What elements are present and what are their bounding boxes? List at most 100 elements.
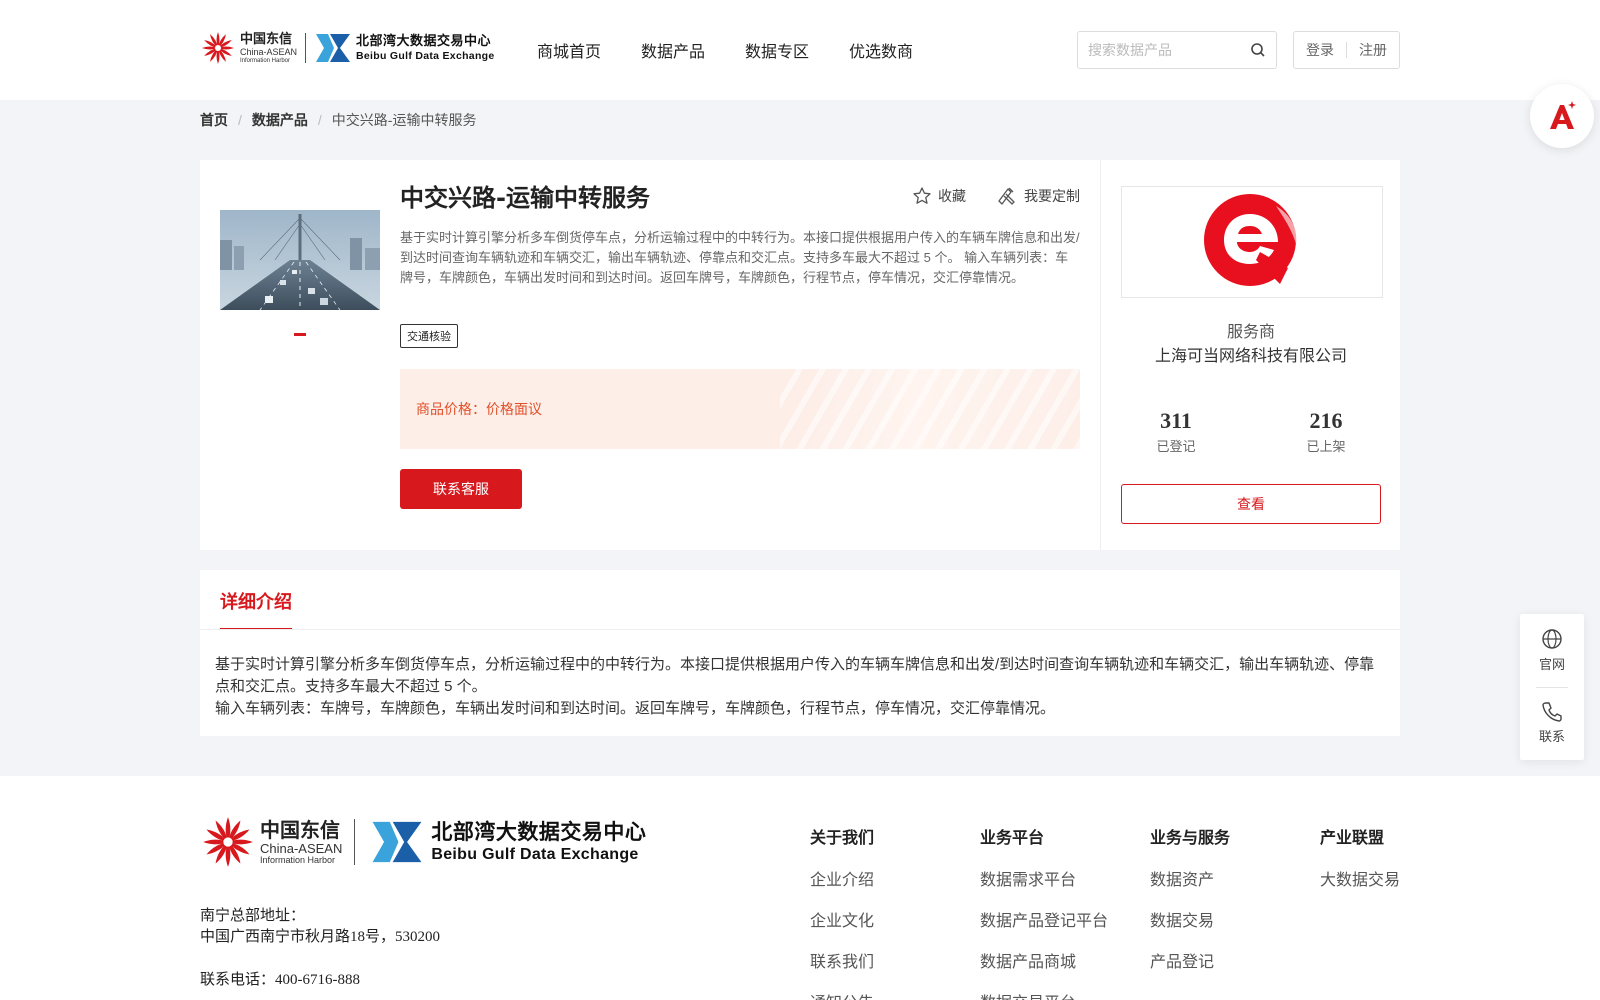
registered-stat: 311 已登记 bbox=[1136, 408, 1216, 455]
footer-column-title: 产业联盟 bbox=[1320, 828, 1385, 847]
globe-icon bbox=[1542, 629, 1562, 649]
price-value: 价格面议 bbox=[486, 401, 542, 417]
listed-stat: 216 已上架 bbox=[1286, 408, 1366, 455]
vendor-role: 服务商 bbox=[1226, 322, 1275, 341]
side-toolbar: 官网 联系 bbox=[1520, 614, 1584, 760]
address-label: 南宁总部地址： bbox=[200, 908, 306, 924]
detail-paragraph: 基于实时计算引擎分析多车倒货停车点，分析运输过程中的中转行为。本接口提供根据用户… bbox=[215, 656, 1375, 695]
footer-logo: 中国东信 China-ASEAN Information Harbor 北部湾大… bbox=[200, 814, 646, 870]
ai-assistant-icon bbox=[1550, 101, 1576, 129]
main-nav: 商城首页 数据产品 数据专区 优选数商 bbox=[537, 38, 953, 62]
breadcrumb-current: 中交兴路-运输中转服务 bbox=[331, 112, 477, 128]
search-input[interactable] bbox=[1078, 32, 1238, 68]
china-asean-wordmark: 中国东信 China-ASEAN Information Harbor bbox=[260, 817, 343, 865]
login-link[interactable]: 登录 bbox=[1306, 40, 1334, 60]
favorite-button[interactable]: 收藏 bbox=[912, 186, 966, 206]
breadcrumb-home[interactable]: 首页 bbox=[200, 110, 228, 130]
footer: 中国东信 China-ASEAN Information Harbor 北部湾大… bbox=[0, 776, 1600, 1000]
auth-box: 登录 注册 bbox=[1293, 31, 1400, 69]
site-logo[interactable]: 中国东信 China-ASEAN Information Harbor 北部湾大… bbox=[200, 30, 495, 66]
registered-label: 已登记 bbox=[1156, 440, 1196, 455]
beibu-gulf-wordmark: 北部湾大数据交易中心 Beibu Gulf Data Exchange bbox=[356, 33, 495, 62]
breadcrumb-separator: / bbox=[238, 112, 242, 128]
product-description: 基于实时计算引擎分析多车倒货停车点，分析运输过程中的中转行为。本接口提供根据用户… bbox=[400, 230, 1080, 285]
china-asean-wordmark: 中国东信 China-ASEAN Information Harbor bbox=[240, 31, 298, 64]
footer-column-title: 业务平台 bbox=[980, 828, 1045, 847]
price-box: 商品价格：价格面议 bbox=[400, 369, 1080, 449]
view-vendor-button[interactable]: 查看 bbox=[1121, 484, 1381, 524]
product-card: 中交兴路-运输中转服务 收藏 我要定制 基于实时计算引擎分析多车倒货停车点，分析… bbox=[200, 160, 1100, 550]
search-box bbox=[1077, 31, 1277, 69]
nav-data-products[interactable]: 数据产品 bbox=[641, 38, 705, 62]
listed-label: 已上架 bbox=[1306, 440, 1346, 455]
breadcrumb: 首页 / 数据产品 / 中交兴路-运输中转服务 bbox=[200, 110, 476, 130]
side-website-label: 官网 bbox=[1538, 658, 1565, 673]
ai-assistant-button[interactable] bbox=[1530, 84, 1594, 148]
detail-section: 详细介绍 基于实时计算引擎分析多车倒货停车点，分析运输过程中的中转行为。本接口提… bbox=[200, 570, 1400, 736]
footer-address: 南宁总部地址： 中国广西南宁市秋月路18号，530200 bbox=[200, 906, 440, 948]
footer-column-platform: 业务平台 数据需求平台 数据产品登记平台 数据产品商城 数据交易平台 bbox=[980, 824, 1108, 1000]
auth-divider bbox=[1346, 42, 1347, 58]
footer-link[interactable]: 大数据交易 bbox=[1320, 866, 1400, 890]
logo-divider bbox=[354, 819, 356, 865]
footer-link[interactable]: 数据产品登记平台 bbox=[980, 907, 1108, 931]
footer-link[interactable]: 企业介绍 bbox=[810, 866, 874, 890]
footer-column-title: 业务与服务 bbox=[1150, 828, 1231, 847]
side-contact-button[interactable]: 联系 bbox=[1520, 700, 1584, 745]
footer-link[interactable]: 产品登记 bbox=[1150, 948, 1230, 972]
product-title: 中交兴路-运输中转服务 bbox=[400, 184, 650, 212]
footer-link[interactable]: 数据需求平台 bbox=[980, 866, 1108, 890]
beibu-gulf-logo-icon bbox=[372, 821, 422, 863]
nav-vendors[interactable]: 优选数商 bbox=[849, 38, 913, 62]
vendor-logo-icon bbox=[1204, 194, 1297, 286]
favorite-label: 收藏 bbox=[938, 188, 966, 204]
footer-column-title: 关于我们 bbox=[810, 828, 875, 847]
customize-icon bbox=[998, 187, 1015, 205]
contact-service-button[interactable]: 联系客服 bbox=[400, 469, 522, 509]
breadcrumb-data-products[interactable]: 数据产品 bbox=[252, 110, 308, 130]
category-tag: 交通核验 bbox=[400, 324, 458, 348]
footer-link[interactable]: 企业文化 bbox=[810, 907, 874, 931]
side-website-button[interactable]: 官网 bbox=[1520, 628, 1584, 673]
breadcrumb-separator: / bbox=[317, 112, 322, 128]
vendor-name: 上海可当网络科技有限公司 bbox=[1154, 346, 1347, 365]
footer-link[interactable]: 通知公告 bbox=[810, 989, 874, 1000]
carousel-indicator[interactable] bbox=[294, 333, 306, 336]
tab-divider bbox=[200, 629, 1400, 630]
footer-link[interactable]: 联系我们 bbox=[810, 948, 874, 972]
footer-column-alliance: 产业联盟 大数据交易 bbox=[1320, 824, 1400, 907]
nav-home[interactable]: 商城首页 bbox=[537, 38, 601, 62]
footer-link[interactable]: 数据资产 bbox=[1150, 866, 1230, 890]
nav-data-zone[interactable]: 数据专区 bbox=[745, 38, 809, 62]
listed-count: 216 bbox=[1309, 408, 1343, 433]
footer-phone: 联系电话：400-6716-888 bbox=[200, 972, 360, 988]
price-box-decoration bbox=[780, 369, 1080, 449]
search-icon[interactable] bbox=[1250, 42, 1266, 58]
china-asean-logo-icon bbox=[202, 32, 234, 64]
footer-link[interactable]: 数据交易平台 bbox=[980, 989, 1108, 1000]
tab-detail[interactable]: 详细介绍 bbox=[220, 588, 292, 630]
china-asean-logo-icon bbox=[203, 817, 253, 867]
detail-body: 基于实时计算引擎分析多车倒货停车点，分析运输过程中的中转行为。本接口提供根据用户… bbox=[215, 654, 1385, 720]
beibu-gulf-wordmark: 北部湾大数据交易中心 Beibu Gulf Data Exchange bbox=[431, 819, 647, 863]
register-link[interactable]: 注册 bbox=[1359, 40, 1387, 60]
address-value: 中国广西南宁市秋月路18号，530200 bbox=[200, 929, 441, 945]
beibu-gulf-logo-icon bbox=[316, 34, 351, 62]
side-contact-label: 联系 bbox=[1538, 730, 1565, 745]
side-toolbar-divider bbox=[1536, 687, 1568, 688]
detail-paragraph: 输入车辆列表：车牌号，车牌颜色，车辆出发时间和到达时间。返回车牌号，车牌颜色，行… bbox=[215, 700, 1056, 717]
vendor-logo bbox=[1121, 186, 1383, 298]
logo-divider bbox=[305, 33, 307, 63]
header: 中国东信 China-ASEAN Information Harbor 北部湾大… bbox=[0, 0, 1600, 100]
footer-column-about: 关于我们 企业介绍 企业文化 联系我们 通知公告 bbox=[810, 824, 874, 1000]
price: 商品价格：价格面议 bbox=[416, 399, 542, 419]
registered-count: 311 bbox=[1160, 408, 1192, 433]
footer-link[interactable]: 数据交易 bbox=[1150, 907, 1230, 931]
customize-button[interactable]: 我要定制 bbox=[996, 186, 1080, 206]
product-image[interactable] bbox=[220, 210, 380, 310]
footer-column-services: 业务与服务 数据资产 数据交易 产品登记 bbox=[1150, 824, 1230, 989]
footer-link[interactable]: 数据产品商城 bbox=[980, 948, 1108, 972]
star-icon bbox=[913, 187, 931, 204]
customize-label: 我要定制 bbox=[1024, 188, 1080, 204]
phone-icon bbox=[1542, 702, 1562, 722]
